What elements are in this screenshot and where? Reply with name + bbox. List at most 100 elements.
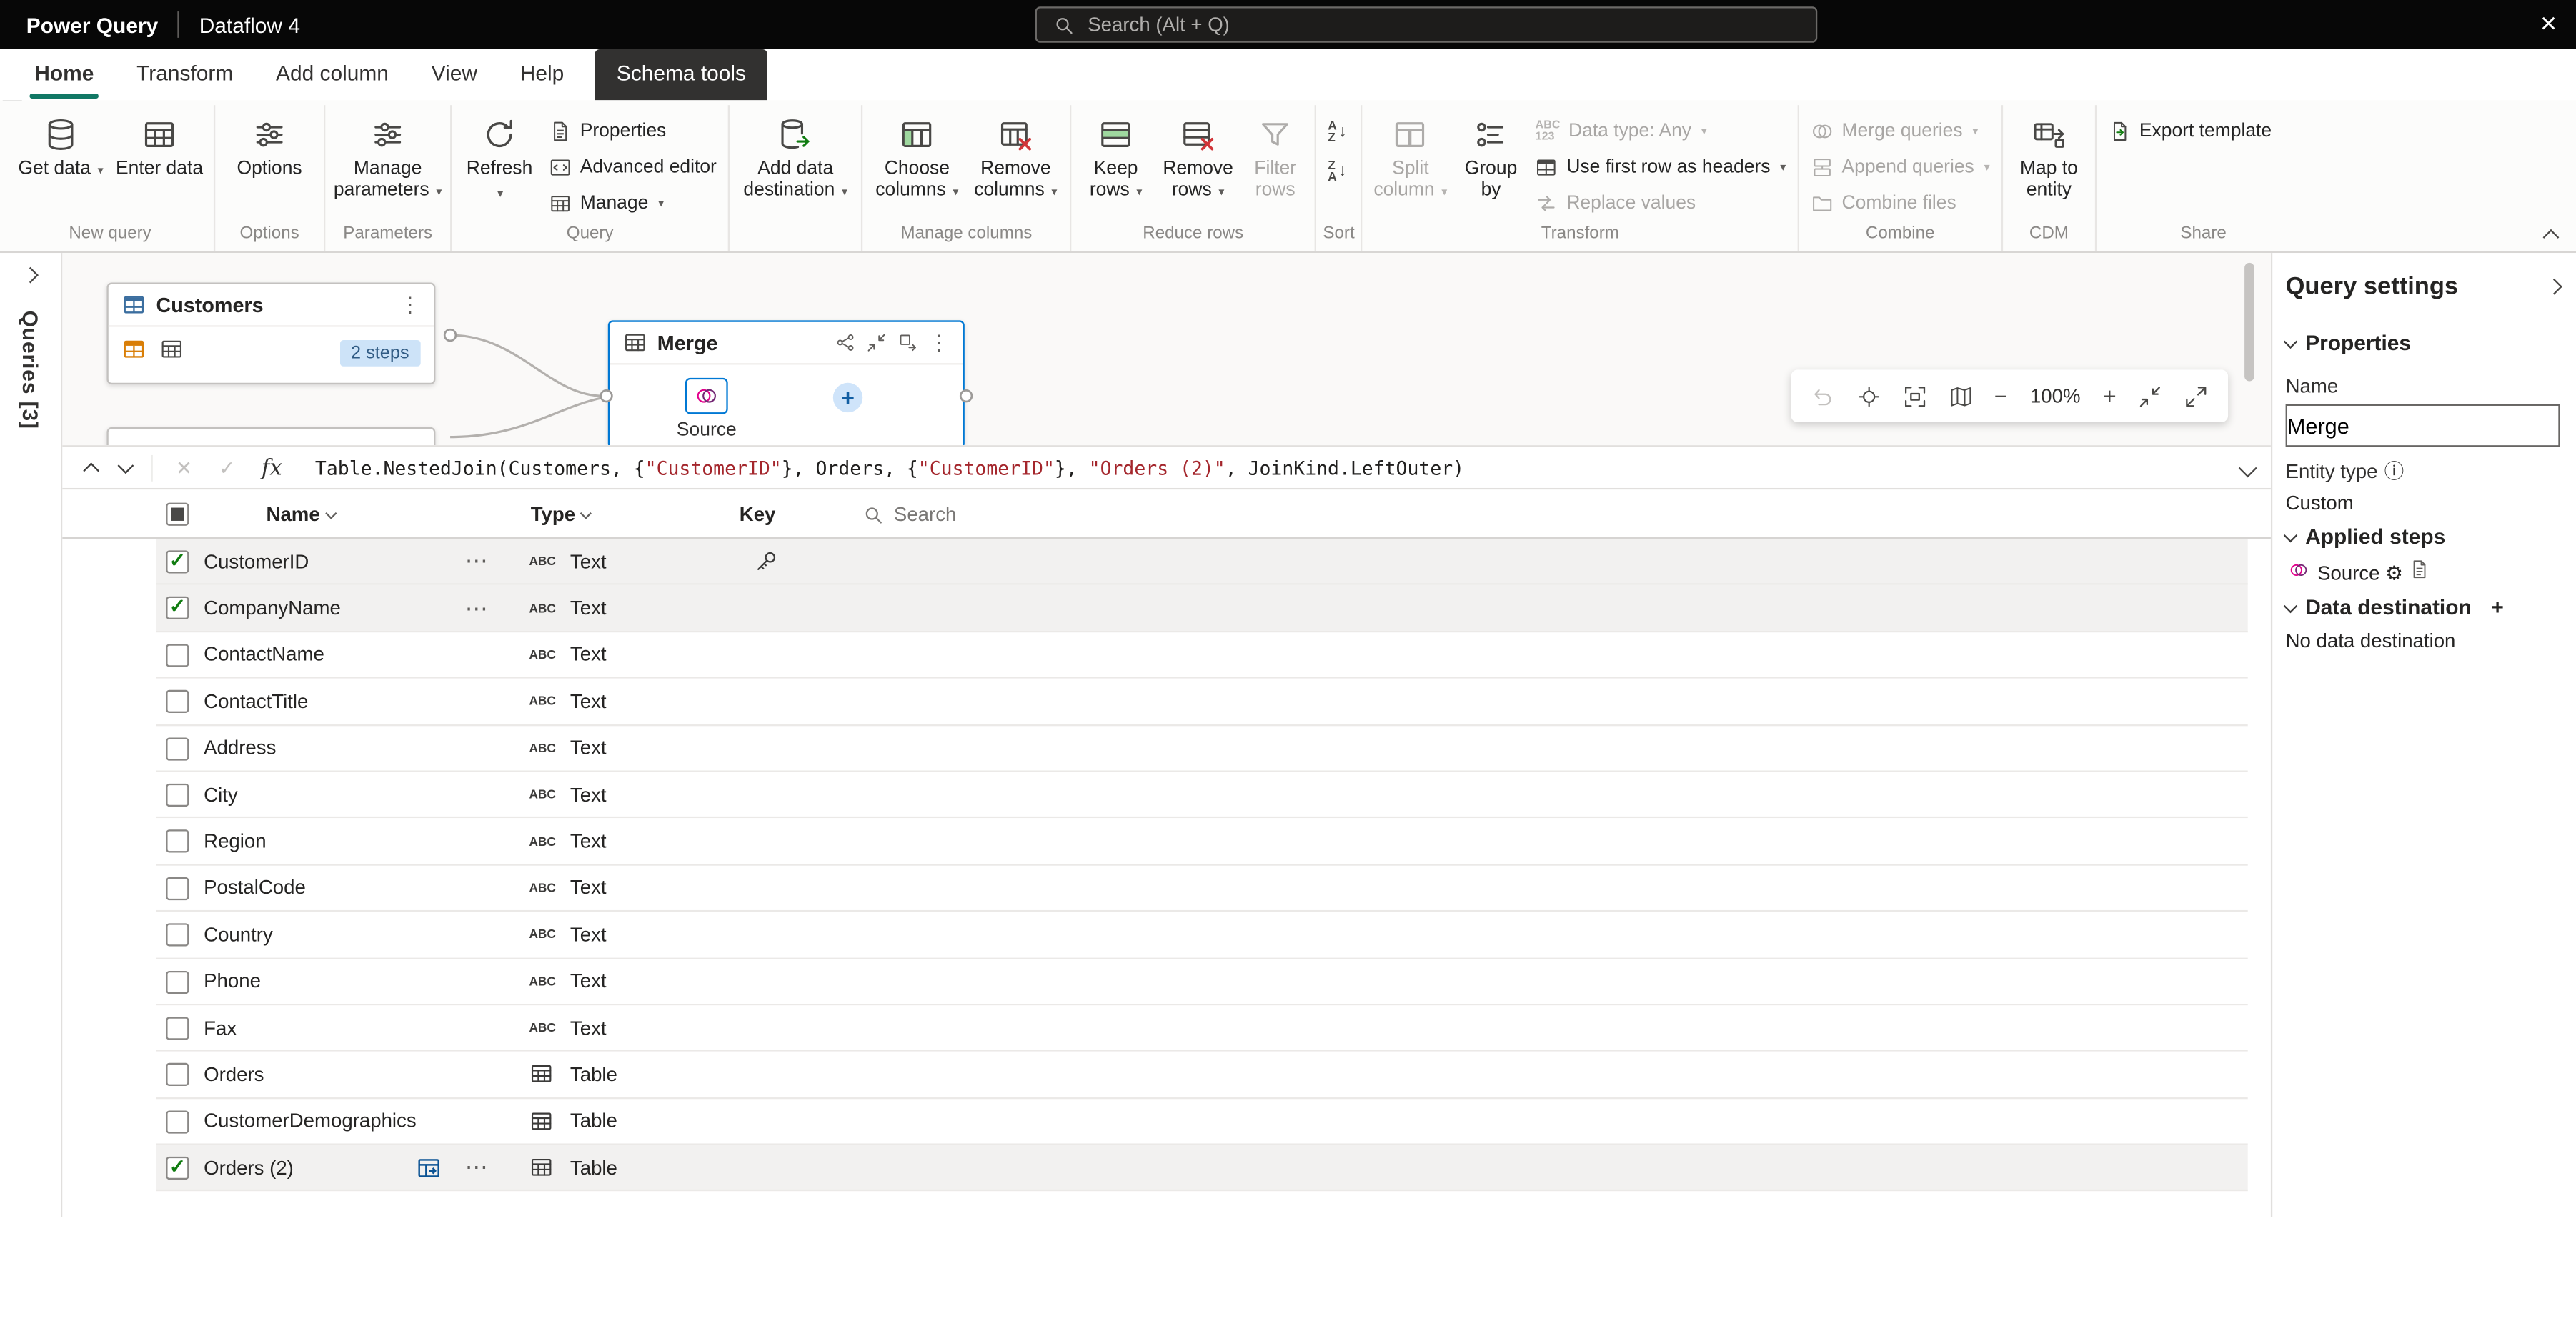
commit-formula-icon[interactable]: ✓ — [219, 456, 235, 479]
grid-search-input[interactable] — [893, 502, 1075, 526]
table-row[interactable]: CustomerID ⋯ ABC Text — [156, 539, 2248, 586]
row-checkbox[interactable] — [166, 549, 189, 574]
table-row[interactable]: PostalCode ⋯ ABC Text — [156, 865, 2248, 912]
refresh-button[interactable]: Refresh ▾ — [459, 109, 541, 204]
table-row[interactable]: Country ⋯ ABC Text — [156, 912, 2248, 959]
sort-ascending-button[interactable]: AZ ↓ — [1323, 116, 1351, 146]
tab-view[interactable]: View — [410, 49, 499, 100]
row-ellipsis[interactable]: ⋯ — [465, 539, 488, 584]
row-checkbox[interactable] — [166, 1110, 189, 1133]
group-by-button[interactable]: Group by — [1455, 109, 1527, 206]
column-header-name[interactable]: Name — [267, 489, 337, 539]
minimap-icon[interactable] — [1948, 384, 1972, 408]
fit-to-screen-icon[interactable] — [1902, 384, 1926, 408]
row-checkbox[interactable] — [166, 595, 189, 620]
manage-parameters-button[interactable]: Manage parameters ▾ — [332, 109, 443, 207]
global-search-input[interactable] — [1088, 13, 1799, 36]
undo-icon[interactable] — [1810, 384, 1834, 408]
tab-home[interactable]: Home — [13, 49, 115, 100]
collapse-panel-icon[interactable] — [2546, 278, 2562, 295]
row-ellipsis[interactable]: ⋯ — [465, 1145, 488, 1190]
row-checkbox[interactable] — [166, 690, 189, 714]
zoom-level[interactable]: 100% — [2029, 384, 2082, 407]
steps-count-badge[interactable]: 2 steps — [339, 339, 421, 367]
row-ellipsis[interactable]: ⋯ — [465, 586, 488, 631]
applied-steps-section-header[interactable]: Applied steps — [2283, 514, 2560, 559]
row-checkbox[interactable] — [166, 830, 189, 854]
expand-all-icon[interactable] — [2184, 384, 2208, 408]
table-row[interactable]: Region ⋯ ABC Text — [156, 818, 2248, 866]
table-row[interactable]: ContactName ⋯ ABC Text — [156, 632, 2248, 679]
applied-step-source[interactable]: Source ⚙ — [2286, 559, 2560, 585]
table-row[interactable]: Fax ⋯ ABC Text — [156, 1005, 2248, 1052]
row-checkbox[interactable] — [166, 1017, 189, 1040]
use-first-row-button[interactable]: Use first row as headers ▾ — [1531, 153, 1791, 182]
table-row[interactable]: Orders (2) ⋯ ABC Table — [156, 1145, 2248, 1192]
step-settings-gear-icon[interactable]: ⚙ — [2385, 562, 2403, 584]
row-checkbox[interactable] — [166, 1063, 189, 1087]
center-view-icon[interactable] — [1856, 384, 1881, 408]
related-queries-icon[interactable] — [897, 331, 919, 353]
kebab-menu-icon[interactable]: ⋮ — [399, 294, 421, 316]
diagram-canvas[interactable]: Customers ⋮ 2 steps Merge ⋮ Source + − 1… — [62, 253, 2271, 446]
filter-rows-button[interactable]: Filter rows — [1243, 109, 1308, 206]
table-row[interactable]: CompanyName ⋯ ABC Text — [156, 585, 2248, 632]
manage-button[interactable]: Manage ▾ — [544, 189, 722, 218]
row-checkbox[interactable] — [166, 783, 189, 807]
expand-queries-icon[interactable] — [22, 266, 39, 284]
choose-columns-button[interactable]: Choose columns ▾ — [870, 109, 965, 207]
row-checkbox[interactable] — [166, 877, 189, 900]
table-row[interactable]: CustomerDemographics ⋯ ABC Table — [156, 1098, 2248, 1145]
replace-values-button[interactable]: Replace values — [1531, 189, 1791, 218]
enter-data-button[interactable]: Enter data — [111, 109, 207, 184]
options-button[interactable]: Options — [222, 109, 317, 184]
column-header-type[interactable]: Type — [531, 489, 592, 539]
get-data-button[interactable]: Get data ▾ — [13, 109, 108, 186]
export-template-button[interactable]: Export template — [2103, 116, 2304, 146]
properties-section-header[interactable]: Properties — [2283, 320, 2560, 364]
append-queries-button[interactable]: Append queries ▾ — [1806, 153, 1995, 182]
previous-step-icon[interactable] — [83, 462, 100, 479]
tab-help[interactable]: Help — [499, 49, 585, 100]
table-row[interactable]: ContactTitle ⋯ ABC Text — [156, 679, 2248, 726]
info-icon[interactable]: ⓘ — [2384, 457, 2405, 484]
row-checkbox[interactable] — [166, 923, 189, 947]
formula-input[interactable]: Table.NestedJoin(Customers, {"CustomerID… — [305, 456, 2271, 479]
query-node-partial[interactable] — [106, 427, 436, 446]
query-node-customers[interactable]: Customers ⋮ 2 steps — [106, 282, 436, 385]
combine-files-button[interactable]: Combine files — [1806, 189, 1995, 218]
queries-pane-title[interactable]: Queries [3] — [18, 311, 42, 429]
table-row[interactable]: Phone ⋯ ABC Text — [156, 958, 2248, 1006]
column-header-key[interactable]: Key — [740, 489, 776, 539]
share-flow-icon[interactable] — [835, 331, 856, 353]
step-script-icon[interactable] — [2409, 559, 2430, 580]
source-step-chip[interactable] — [685, 377, 728, 414]
table-row[interactable]: Orders ⋯ ABC Table — [156, 1052, 2248, 1099]
expand-table-icon[interactable] — [416, 1155, 442, 1182]
ribbon-collapse-icon[interactable] — [2542, 226, 2560, 246]
global-search[interactable] — [1035, 6, 1818, 43]
properties-button[interactable]: Properties — [544, 116, 722, 146]
row-checkbox[interactable] — [166, 1155, 189, 1180]
row-checkbox[interactable] — [166, 737, 189, 760]
zoom-out-icon[interactable]: − — [1994, 384, 2008, 407]
query-node-merge[interactable]: Merge ⋮ Source + — [607, 320, 965, 446]
tab-add-column[interactable]: Add column — [254, 49, 410, 100]
add-data-destination-button[interactable]: Add data destination ▾ — [736, 109, 855, 207]
add-destination-icon[interactable]: + — [2491, 594, 2503, 619]
next-step-icon[interactable] — [117, 457, 134, 474]
query-name-input[interactable] — [2285, 404, 2560, 447]
data-type-button[interactable]: ABC 123 Data type: Any ▾ — [1531, 116, 1791, 146]
row-checkbox[interactable] — [166, 643, 189, 667]
collapse-all-icon[interactable] — [2138, 384, 2162, 408]
map-to-entity-button[interactable]: Map to entity — [2009, 109, 2088, 206]
add-step-button[interactable]: + — [832, 382, 863, 413]
grid-search[interactable] — [862, 489, 1075, 539]
zoom-in-icon[interactable]: + — [2103, 384, 2117, 407]
close-icon[interactable]: ✕ — [2520, 0, 2576, 49]
remove-rows-button[interactable]: Remove rows ▾ — [1157, 109, 1239, 207]
tab-transform[interactable]: Transform — [115, 49, 254, 100]
table-row[interactable]: City ⋯ ABC Text — [156, 772, 2248, 819]
remove-columns-button[interactable]: Remove columns ▾ — [968, 109, 1063, 207]
collapse-node-icon[interactable] — [866, 331, 887, 353]
